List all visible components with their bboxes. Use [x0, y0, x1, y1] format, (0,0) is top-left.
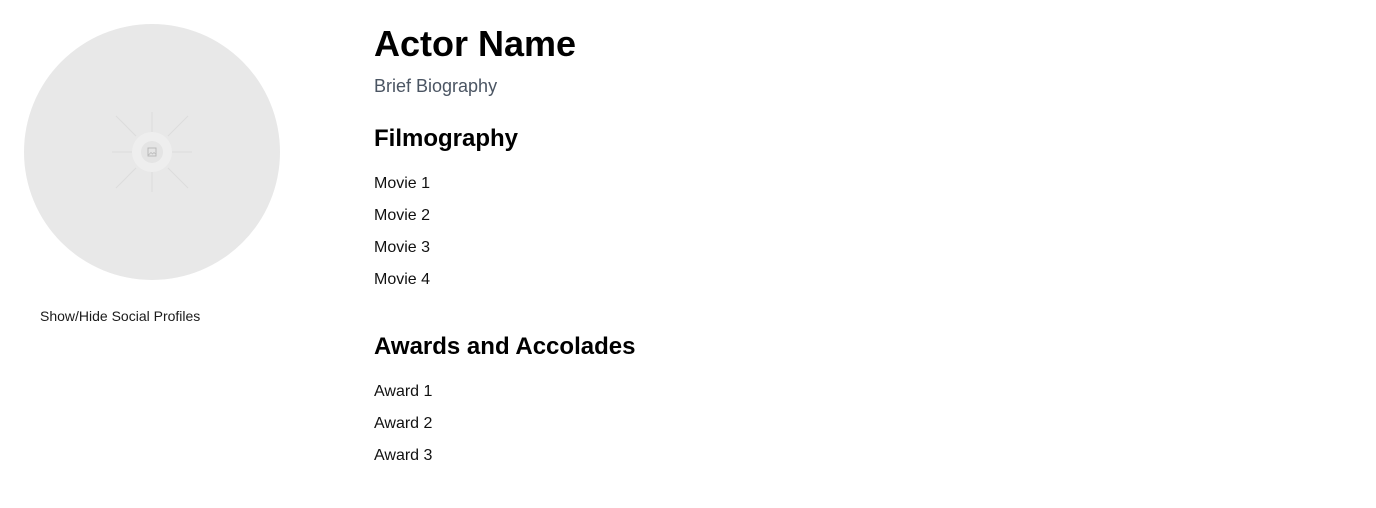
award-item: Award 3 [374, 447, 433, 464]
actor-name: Actor Name [374, 23, 577, 64]
award-item: Award 1 [374, 383, 433, 400]
awards-heading: Awards and Accolades [374, 333, 636, 360]
toggle-social-profiles-button[interactable]: Show/Hide Social Profiles [40, 306, 200, 326]
actor-avatar [24, 24, 280, 280]
image-placeholder-icon [112, 112, 192, 192]
actor-biography: Brief Biography [374, 76, 498, 96]
award-item: Award 2 [374, 415, 433, 432]
filmography-item: Movie 4 [374, 271, 431, 288]
filmography-item: Movie 2 [374, 207, 431, 224]
actor-profile-page: Show/Hide Social Profiles Actor Name Bri… [0, 0, 1376, 508]
filmography-item: Movie 3 [374, 239, 431, 256]
filmography-item: Movie 1 [374, 175, 431, 192]
awards-list: Award 1 Award 2 Award 3 [374, 376, 432, 472]
filmography-heading: Filmography [374, 125, 519, 152]
filmography-list: Movie 1 Movie 2 Movie 3 Movie 4 [374, 168, 430, 296]
